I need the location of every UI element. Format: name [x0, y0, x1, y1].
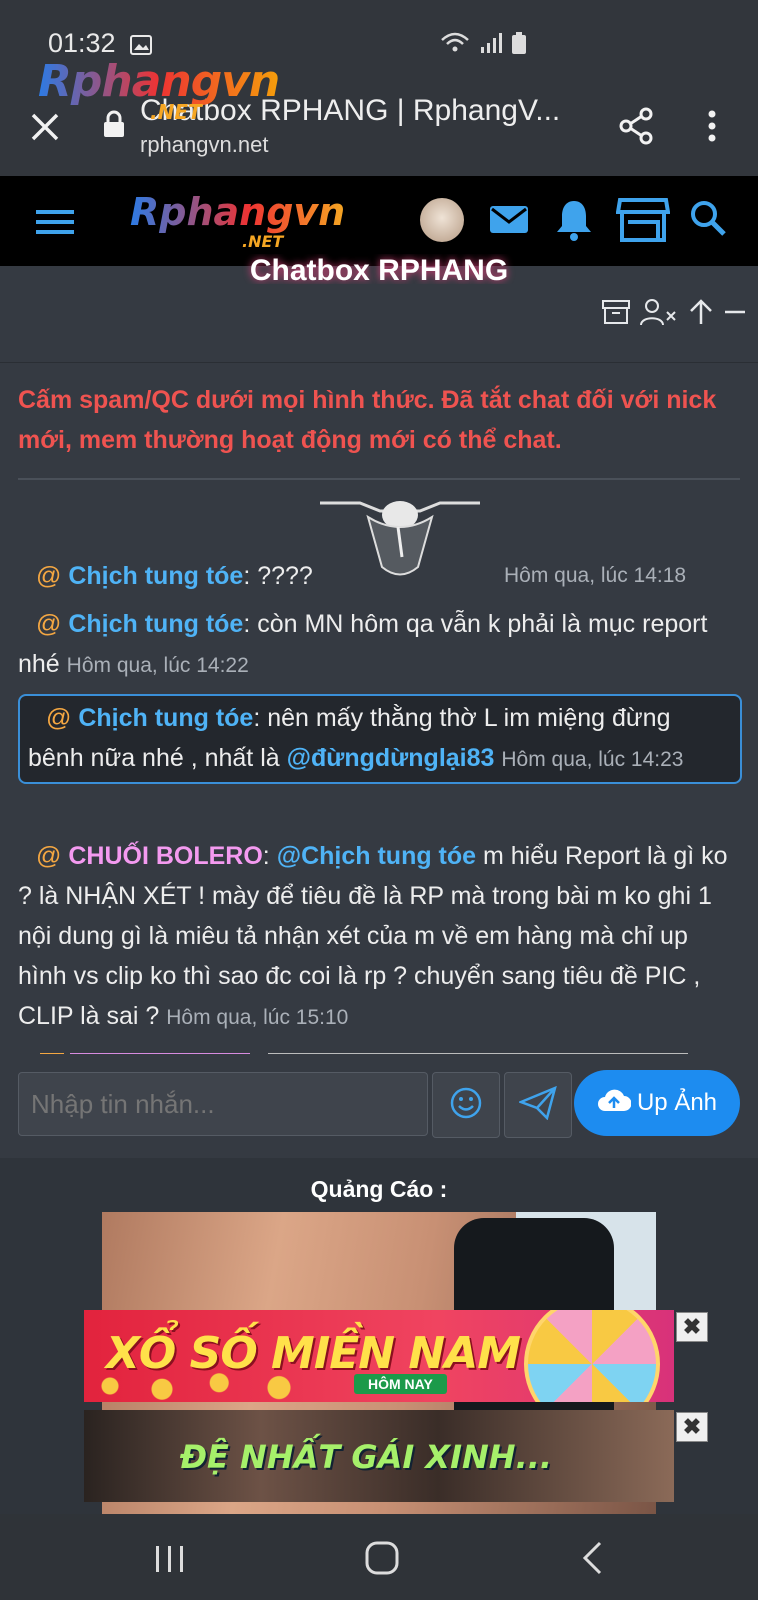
message-input[interactable]	[18, 1072, 428, 1136]
close-ad-button[interactable]: ✖	[676, 1412, 708, 1442]
home-icon[interactable]	[364, 1540, 400, 1581]
emoji-button[interactable]	[432, 1072, 500, 1138]
cloud-upload-icon	[597, 1087, 632, 1120]
partially-hidden-message	[18, 1046, 718, 1054]
chatbox-notice: Cấm spam/QC dưới mọi hình thức. Đã tắt c…	[18, 386, 717, 454]
chatbox-title: Chatbox RPHANG	[249, 254, 509, 284]
message-timestamp: Hôm qua, lúc 14:18	[504, 564, 687, 587]
message-username[interactable]: CHUỐI BOLERO	[68, 842, 262, 870]
back-icon[interactable]	[580, 1540, 604, 1581]
message-timestamp: Hôm qua, lúc 14:22	[66, 654, 249, 677]
status-time: 01:32	[48, 28, 116, 58]
bell-icon[interactable]	[554, 198, 594, 247]
message-text: : ????	[243, 562, 313, 590]
message-username[interactable]: Chịch tung tóe	[68, 562, 243, 590]
wheel-image	[524, 1310, 660, 1402]
close-icon[interactable]	[28, 110, 62, 149]
mention-at-icon: @	[46, 704, 72, 732]
message-username[interactable]: Chịch tung tóe	[78, 704, 253, 732]
mail-icon[interactable]	[488, 198, 530, 245]
battery-icon	[512, 32, 526, 59]
archive-icon[interactable]	[602, 299, 630, 330]
wifi-icon	[440, 32, 470, 59]
mention-at-icon: @	[36, 610, 62, 638]
message-mention[interactable]: @đừngdừnglại83	[287, 744, 495, 772]
site-header: Rphangvn .NET	[0, 176, 758, 266]
chat-message-highlighted: @ Chịch tung tóe: nên mấy thằng thờ L im…	[18, 694, 742, 784]
lottery-ad-tag: HÔM NAY	[354, 1374, 447, 1394]
message-timestamp: Hôm qua, lúc 15:10	[166, 1006, 349, 1029]
chat-input-bar: Up Ảnh	[0, 1060, 758, 1159]
system-nav-bar	[0, 1514, 758, 1600]
arrow-up-icon[interactable]	[688, 298, 714, 331]
recent-apps-icon[interactable]	[154, 1544, 186, 1579]
mention-at-icon: @	[36, 842, 62, 870]
chat-message: @ CHUỐI BOLERO: @Chịch tung tóe m hiểu R…	[18, 836, 740, 1038]
smiley-icon	[449, 1086, 483, 1125]
message-text-prefix: :	[262, 842, 277, 870]
close-ad-button[interactable]: ✖	[676, 1312, 708, 1342]
lottery-ad-banner[interactable]: XỔ SỐ MIỀN NAM HÔM NAY	[84, 1310, 674, 1402]
message-timestamp: Hôm qua, lúc 14:23	[501, 748, 684, 771]
divider	[18, 478, 740, 480]
avatar[interactable]	[420, 198, 464, 242]
signal-icon	[480, 33, 502, 58]
message-text: m hiểu Report là gì ko ? là NHẬN XÉT ! m…	[18, 842, 728, 1030]
store-icon[interactable]	[615, 194, 671, 249]
send-icon	[517, 1085, 557, 1125]
chatbox-toolbar	[602, 298, 746, 331]
lock-icon	[103, 110, 125, 143]
share-icon[interactable]	[616, 106, 656, 151]
user-remove-icon[interactable]	[640, 298, 678, 331]
lottery-ad-text: XỔ SỐ MIỀN NAM	[106, 1328, 521, 1379]
chat-message: @ Chịch tung tóe: ???? Hôm qua, lúc 14:1…	[18, 556, 740, 596]
upload-label: Up Ảnh	[636, 1089, 718, 1116]
more-options-icon[interactable]	[706, 106, 718, 151]
menu-icon[interactable]	[36, 208, 74, 241]
search-icon[interactable]	[688, 198, 728, 243]
message-mention[interactable]: @Chịch tung tóe	[277, 842, 476, 870]
upload-image-button[interactable]: Up Ảnh	[574, 1070, 740, 1136]
site-logo-suffix: .NET	[242, 232, 284, 251]
message-username[interactable]: Chịch tung tóe	[68, 610, 243, 638]
mention-at-icon: @	[36, 562, 62, 590]
site-logo[interactable]: Rphangvn	[130, 190, 345, 234]
chat-message: @ Chịch tung tóe: còn MN hôm qa vẫn k ph…	[18, 604, 740, 686]
floating-logo-suffix: .NET	[150, 100, 202, 124]
divider	[0, 362, 758, 363]
ad-banner-2-text: ĐỆ NHẤT GÁI XINH...	[180, 1438, 553, 1476]
ad-label: Quảng Cáo :	[310, 1176, 448, 1202]
ad-banner-2[interactable]: ĐỆ NHẤT GÁI XINH...	[84, 1410, 674, 1502]
minimize-icon[interactable]	[724, 298, 746, 331]
page-url[interactable]: rphangvn.net	[140, 132, 268, 158]
send-button[interactable]	[504, 1072, 572, 1138]
